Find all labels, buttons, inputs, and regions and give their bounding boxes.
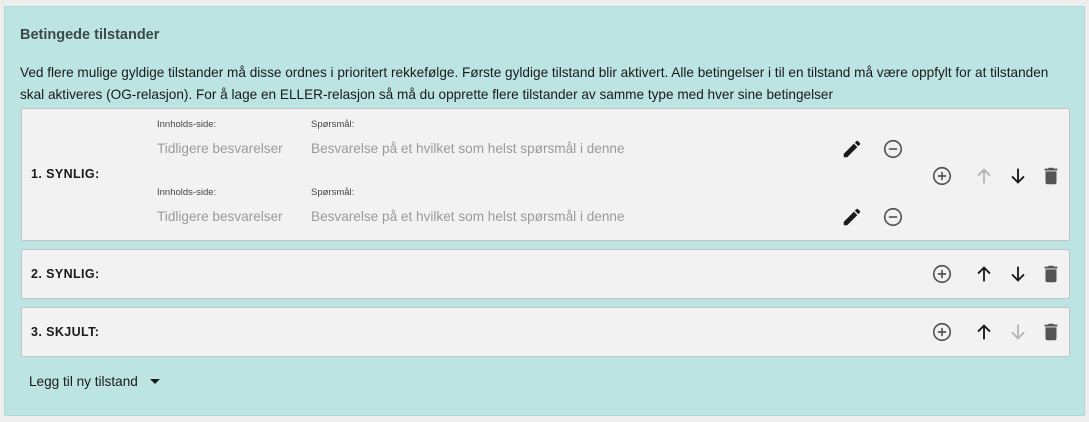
content-page-value[interactable]: Tidligere besvarelser (157, 141, 283, 156)
move-down-button[interactable] (1006, 320, 1030, 344)
question-value[interactable]: Besvarelse på et hvilket som helst spørs… (311, 209, 637, 224)
delete-state-button[interactable] (1039, 320, 1063, 344)
section-description: Ved flere mulige gyldige tilstander må d… (20, 65, 1049, 102)
arrow-down-icon (1011, 266, 1025, 282)
trash-icon (1044, 323, 1058, 341)
add-condition-button[interactable] (930, 262, 954, 286)
remove-condition-button[interactable] (881, 205, 905, 229)
state-row-2: 2. SYNLIG: (21, 249, 1070, 299)
move-up-button[interactable] (972, 164, 996, 188)
caret-down-icon (149, 379, 160, 384)
arrow-up-icon (977, 266, 991, 282)
add-state-label: Legg til ny tilstand (29, 374, 138, 389)
add-condition-button[interactable] (930, 164, 954, 188)
add-condition-button[interactable] (930, 320, 954, 344)
content-page-label: Innholds-side: (157, 187, 217, 198)
add-state-dropdown[interactable]: Legg til ny tilstand (29, 374, 160, 389)
question-label: Spørsmål: (311, 119, 355, 130)
content-page-value[interactable]: Tidligere besvarelser (157, 209, 283, 224)
arrow-down-icon (1011, 324, 1025, 340)
section-title: Betingede tilstander (20, 27, 160, 43)
move-up-button[interactable] (972, 320, 996, 344)
state-label: 2. SYNLIG: (31, 267, 100, 281)
edit-condition-button[interactable] (840, 205, 864, 229)
state-row-1: 1. SYNLIG: Innholds-side: Tidligere besv… (21, 108, 1070, 241)
remove-condition-button[interactable] (881, 137, 905, 161)
question-label: Spørsmål: (311, 187, 355, 198)
trash-icon (1044, 167, 1058, 185)
move-down-button[interactable] (1006, 164, 1030, 188)
plus-circle-icon (932, 322, 952, 342)
state-label: 3. SKJULT: (31, 325, 100, 339)
minus-circle-icon (883, 207, 903, 227)
plus-circle-icon (932, 166, 952, 186)
pencil-icon (843, 140, 861, 158)
conditional-states-panel: Betingede tilstander Ved flere mulige gy… (4, 6, 1085, 416)
delete-state-button[interactable] (1039, 164, 1063, 188)
edit-condition-button[interactable] (840, 137, 864, 161)
arrow-up-icon (977, 324, 991, 340)
condition-item: Innholds-side: Tidligere besvarelser Spø… (22, 117, 1069, 177)
move-up-button[interactable] (972, 262, 996, 286)
content-page-label: Innholds-side: (157, 119, 217, 130)
move-down-button[interactable] (1006, 262, 1030, 286)
arrow-up-icon (977, 168, 991, 184)
delete-state-button[interactable] (1039, 262, 1063, 286)
question-value[interactable]: Besvarelse på et hvilket som helst spørs… (311, 141, 637, 156)
condition-item: Innholds-side: Tidligere besvarelser Spø… (22, 185, 1069, 245)
minus-circle-icon (883, 139, 903, 159)
trash-icon (1044, 265, 1058, 283)
plus-circle-icon (932, 264, 952, 284)
state-row-3: 3. SKJULT: (21, 307, 1070, 357)
arrow-down-icon (1011, 168, 1025, 184)
pencil-icon (843, 208, 861, 226)
